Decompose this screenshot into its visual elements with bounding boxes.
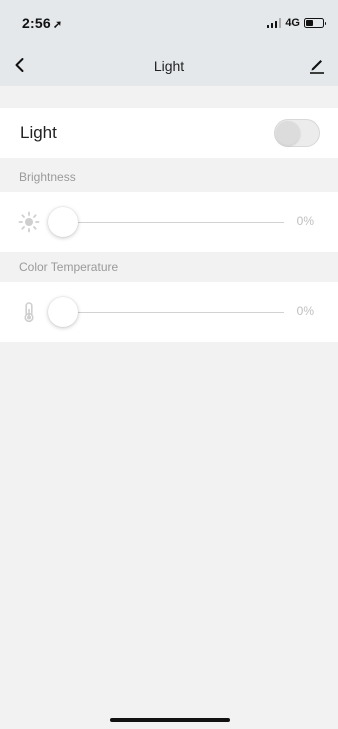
brightness-slider-row: 0% xyxy=(0,192,338,252)
chevron-left-icon[interactable] xyxy=(10,55,30,75)
page-title: Light xyxy=(153,58,185,74)
light-label: Light xyxy=(20,123,57,142)
location-arrow-icon: ➚ xyxy=(52,19,63,31)
color-temperature-value: 0% xyxy=(296,304,314,318)
light-power-toggle[interactable] xyxy=(274,119,320,147)
status-indicators: 4G xyxy=(266,17,326,29)
top-spacer xyxy=(0,86,338,100)
color-temperature-slider-thumb[interactable] xyxy=(48,297,78,327)
color-temperature-section-header: Color Temperature xyxy=(0,252,338,282)
brightness-slider-thumb[interactable] xyxy=(48,207,78,237)
home-indicator[interactable] xyxy=(110,718,230,722)
light-power-row: Light xyxy=(0,108,338,158)
navigation-bar: Light xyxy=(0,46,338,86)
status-bar: 2:56 ➚ 4G xyxy=(0,0,338,46)
brightness-section-header: Brightness xyxy=(0,162,338,192)
toggle-knob xyxy=(276,121,300,145)
pencil-icon[interactable] xyxy=(308,55,326,75)
thermometer-icon xyxy=(24,302,34,323)
color-temperature-header-label: Color Temperature xyxy=(19,260,119,274)
brightness-header-label: Brightness xyxy=(19,170,76,184)
empty-content-area xyxy=(0,342,338,729)
color-temperature-slider-row: 0% xyxy=(0,282,338,342)
network-type: 4G xyxy=(285,17,300,29)
battery-icon xyxy=(304,18,326,28)
clock-time: 2:56 xyxy=(22,15,51,31)
brightness-slider-track[interactable] xyxy=(62,221,284,223)
brightness-value: 0% xyxy=(296,214,314,228)
color-temperature-slider-track[interactable] xyxy=(62,311,284,313)
signal-strength-icon xyxy=(266,18,282,28)
status-time: 2:56 ➚ xyxy=(22,15,62,31)
sun-icon xyxy=(18,211,40,233)
